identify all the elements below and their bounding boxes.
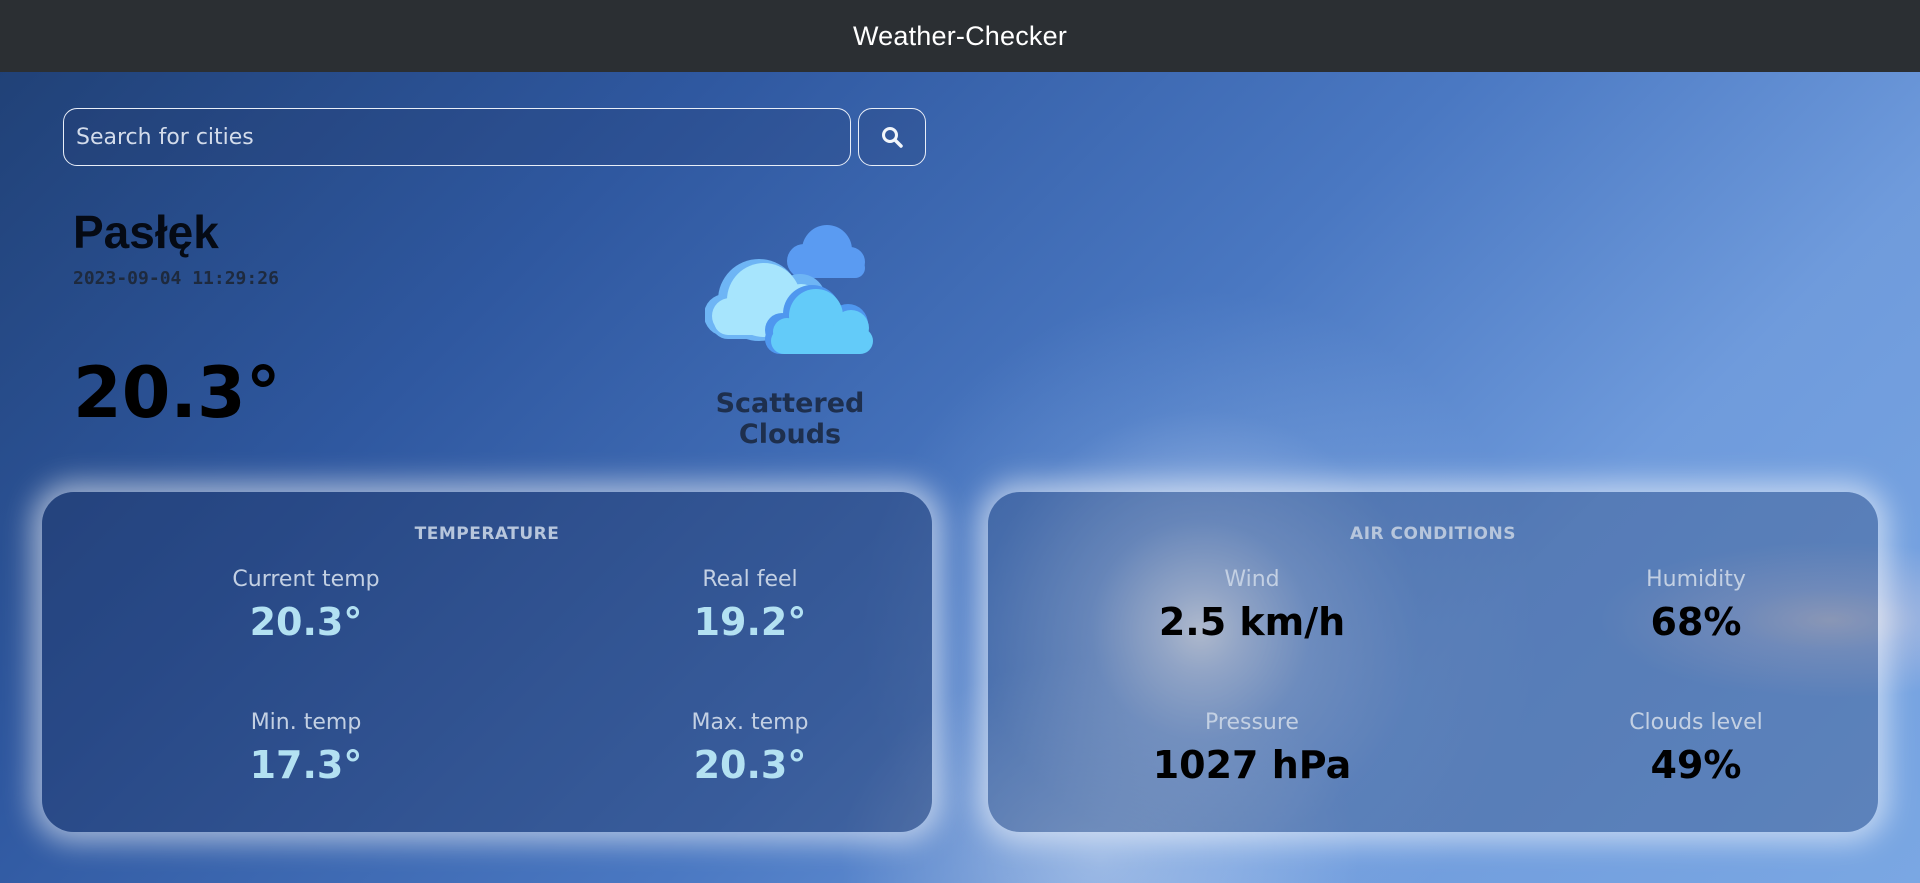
- stat-value: 19.2°: [693, 600, 807, 644]
- scattered-clouds-icon: [705, 225, 873, 354]
- min-temp-stat: Min. temp 17.3°: [156, 710, 456, 787]
- search-icon: [882, 127, 903, 148]
- weather-condition: Scattered Clouds: [715, 388, 865, 450]
- search-button[interactable]: [858, 108, 926, 166]
- stat-value: 2.5 km/h: [1158, 600, 1346, 644]
- navbar: Weather-Checker: [0, 0, 1920, 72]
- card-title: AIR CONDITIONS: [1350, 524, 1516, 544]
- stat-value: 20.3°: [693, 743, 807, 787]
- clouds-level-stat: Clouds level 49%: [1546, 710, 1846, 787]
- air-conditions-card: AIR CONDITIONS Wind 2.5 km/h Humidity 68…: [988, 492, 1878, 832]
- stat-label: Real feel: [702, 567, 798, 592]
- stat-value: 1027 hPa: [1152, 743, 1352, 787]
- stat-value: 20.3°: [249, 600, 363, 644]
- card-title: TEMPERATURE: [414, 524, 560, 544]
- current-temperature: 20.3°: [73, 352, 281, 434]
- temperature-card: TEMPERATURE Current temp 20.3° Real feel…: [42, 492, 932, 832]
- stat-label: Pressure: [1205, 710, 1299, 735]
- stat-label: Wind: [1224, 567, 1280, 592]
- app-title[interactable]: Weather-Checker: [853, 21, 1067, 52]
- stat-value: 68%: [1650, 600, 1742, 644]
- timestamp: 2023-09-04 11:29:26: [73, 268, 279, 289]
- current-temp-stat: Current temp 20.3°: [156, 567, 456, 644]
- city-name: Pasłęk: [73, 206, 219, 258]
- stat-label: Min. temp: [250, 710, 362, 735]
- stat-label: Humidity: [1646, 567, 1746, 592]
- stat-label: Max. temp: [691, 710, 809, 735]
- humidity-stat: Humidity 68%: [1546, 567, 1846, 644]
- stat-label: Current temp: [232, 567, 380, 592]
- pressure-stat: Pressure 1027 hPa: [1102, 710, 1402, 787]
- wind-stat: Wind 2.5 km/h: [1102, 567, 1402, 644]
- stat-label: Clouds level: [1629, 710, 1763, 735]
- stat-value: 49%: [1650, 743, 1742, 787]
- search-input[interactable]: [63, 108, 851, 166]
- max-temp-stat: Max. temp 20.3°: [600, 710, 900, 787]
- real-feel-stat: Real feel 19.2°: [600, 567, 900, 644]
- stat-value: 17.3°: [249, 743, 363, 787]
